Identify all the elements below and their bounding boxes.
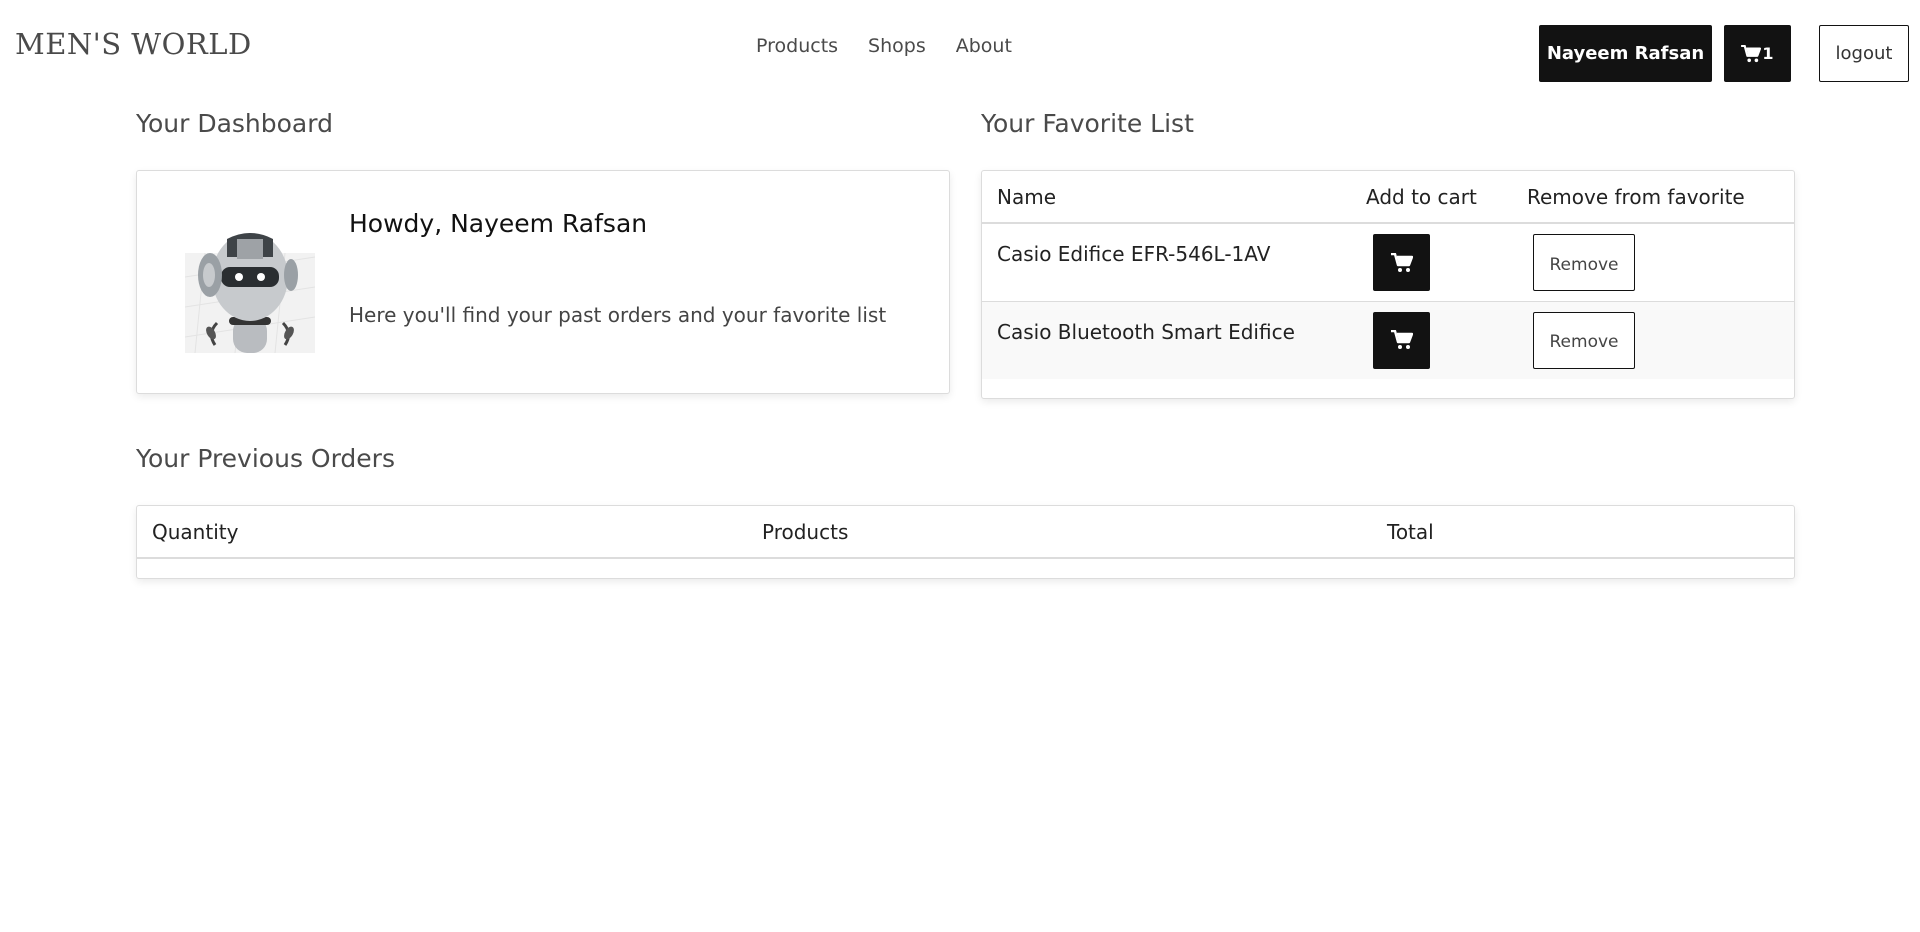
column-header-products: Products bbox=[762, 519, 849, 544]
orders-card: Quantity Products Total bbox=[136, 505, 1795, 579]
greeting-heading: Howdy, Nayeem Rafsan bbox=[349, 209, 648, 238]
dashboard-title: Your Dashboard bbox=[136, 109, 333, 138]
dashboard-description: Here you'll find your past orders and yo… bbox=[349, 303, 887, 327]
cart-button[interactable]: 1 bbox=[1724, 25, 1791, 82]
remove-favorite-button[interactable]: Remove bbox=[1533, 234, 1635, 291]
column-header-total: Total bbox=[1387, 519, 1434, 544]
table-row: Casio Edifice EFR-546L-1AV Remove bbox=[982, 223, 1794, 301]
favorite-item-name: Casio Edifice EFR-546L-1AV bbox=[997, 242, 1271, 266]
logout-button[interactable]: logout bbox=[1819, 25, 1909, 82]
shopping-cart-icon bbox=[1390, 252, 1413, 272]
dashboard-card: Howdy, Nayeem Rafsan Here you'll find yo… bbox=[136, 170, 950, 394]
cart-count-badge: 1 bbox=[1762, 44, 1774, 63]
column-header-add-to-cart: Add to cart bbox=[1366, 184, 1477, 209]
brand-logo[interactable]: MEN'S WORLD bbox=[15, 27, 252, 61]
shopping-cart-icon bbox=[1390, 330, 1413, 349]
table-row: Casio Bluetooth Smart Edifice Remove bbox=[982, 301, 1794, 379]
robot-avatar-icon bbox=[185, 233, 315, 354]
column-header-quantity: Quantity bbox=[152, 519, 239, 544]
nav-link-products[interactable]: Products bbox=[756, 35, 838, 57]
orders-title: Your Previous Orders bbox=[136, 444, 395, 473]
shopping-cart-icon bbox=[1741, 44, 1762, 62]
nav-link-shops[interactable]: Shops bbox=[868, 35, 926, 57]
favorite-item-name: Casio Bluetooth Smart Edifice bbox=[997, 319, 1295, 344]
add-to-cart-button[interactable] bbox=[1373, 234, 1430, 291]
favorites-table: Name Add to cart Remove from favorite Ca… bbox=[982, 171, 1794, 379]
favorites-title: Your Favorite List bbox=[981, 109, 1194, 138]
orders-table: Quantity Products Total bbox=[137, 506, 1794, 559]
add-to-cart-button[interactable] bbox=[1373, 311, 1430, 369]
favorites-header-row: Name Add to cart Remove from favorite bbox=[982, 171, 1794, 223]
nav-link-about[interactable]: About bbox=[956, 35, 1012, 57]
main-nav: Products Shops About bbox=[756, 35, 1042, 57]
user-account-button[interactable]: Nayeem Rafsan bbox=[1539, 25, 1712, 82]
column-header-remove: Remove from favorite bbox=[1527, 184, 1745, 209]
orders-header-row: Quantity Products Total bbox=[137, 506, 1794, 558]
remove-favorite-button[interactable]: Remove bbox=[1533, 311, 1635, 369]
favorites-card: Name Add to cart Remove from favorite Ca… bbox=[981, 170, 1795, 399]
column-header-name: Name bbox=[997, 184, 1057, 209]
